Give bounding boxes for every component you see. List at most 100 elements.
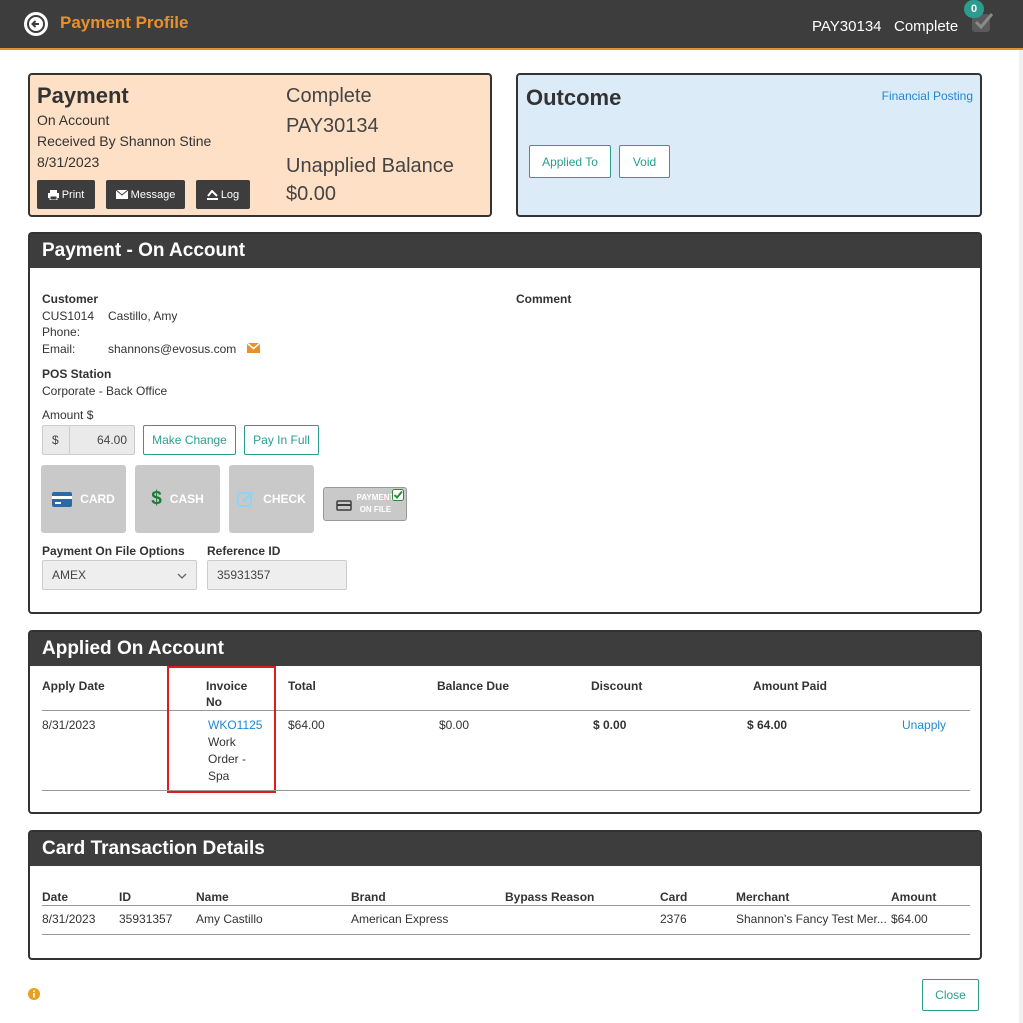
void-button[interactable]: Void: [619, 145, 670, 178]
reference-id-label: Reference ID: [207, 544, 281, 558]
invoice-highlight-box: [167, 666, 276, 793]
payment-heading: Payment: [37, 83, 129, 108]
info-icon[interactable]: [28, 988, 40, 1000]
amount-label: Amount $: [42, 408, 94, 422]
applied-panel-title: Applied On Account: [30, 632, 980, 666]
printer-icon: [47, 189, 59, 200]
card-panel-title: Card Transaction Details: [30, 832, 980, 866]
cash-method-tile[interactable]: $ CASH: [135, 465, 220, 533]
header-payment-id: PAY30134: [812, 18, 882, 35]
card-row-card: 2376: [660, 912, 687, 926]
outcome-heading: Outcome: [526, 85, 622, 110]
message-button[interactable]: Message: [106, 180, 185, 209]
card-row-amount: $64.00: [891, 912, 928, 926]
scrollbar[interactable]: [1019, 50, 1023, 1023]
card-row-brand: American Express: [351, 912, 449, 926]
col-brand: Brand: [351, 890, 386, 904]
amount-value: 64.00: [96, 433, 127, 447]
currency-symbol: $: [52, 433, 59, 447]
row-apply-date: 8/31/2023: [42, 718, 96, 732]
card-header-divider: [42, 905, 970, 906]
col-discount: Discount: [591, 679, 643, 693]
col-card: Card: [660, 890, 688, 904]
page-title: Payment Profile: [60, 13, 189, 32]
row-balance-due: $0.00: [439, 718, 470, 732]
payment-on-file-tile[interactable]: PAYMENT ON FILE: [323, 487, 407, 521]
payment-type: On Account: [37, 112, 110, 128]
print-label: Print: [61, 188, 85, 201]
card-transaction-panel: Card Transaction Details Date ID Name Br…: [28, 830, 982, 960]
card-row-id: 35931357: [119, 912, 173, 926]
reference-id-value: 35931357: [217, 568, 271, 582]
close-button[interactable]: Close: [922, 979, 979, 1011]
email-envelope-icon[interactable]: [247, 343, 260, 353]
credit-card-icon: [52, 491, 73, 507]
payment-status: Complete: [286, 85, 372, 107]
card-bottom-divider: [42, 934, 970, 935]
make-change-button[interactable]: Make Change: [143, 425, 236, 455]
reference-id-field[interactable]: 35931357: [207, 560, 347, 590]
card-method-tile[interactable]: CARD: [41, 465, 126, 533]
pof-selected-value: AMEX: [52, 568, 87, 582]
customer-name: Castillo, Amy: [108, 309, 178, 323]
check-method-tile[interactable]: CHECK: [229, 465, 314, 533]
col-bypass-reason: Bypass Reason: [505, 890, 595, 904]
outcome-card: Outcome Financial Posting Applied To Voi…: [516, 73, 982, 217]
pos-station-value: Corporate - Back Office: [42, 384, 168, 398]
customer-id: CUS1014: [42, 309, 95, 323]
table-bottom-divider: [42, 790, 970, 791]
applied-to-button[interactable]: Applied To: [529, 145, 611, 178]
col-name: Name: [196, 890, 229, 904]
customer-label: Customer: [42, 292, 99, 306]
back-button[interactable]: [24, 12, 48, 36]
phone-label: Phone:: [42, 325, 81, 339]
task-count-badge: 0: [964, 0, 984, 18]
message-label: Message: [130, 188, 176, 201]
pay-in-full-button[interactable]: Pay In Full: [244, 425, 319, 455]
check-method-label: CHECK: [263, 492, 306, 506]
card-on-file-icon: [335, 499, 352, 511]
col-total: Total: [288, 679, 316, 693]
log-button[interactable]: Log: [196, 180, 250, 209]
top-bar: Payment Profile PAY30134 Complete 0: [0, 0, 1023, 50]
col-merchant: Merchant: [736, 890, 790, 904]
payment-id: PAY30134: [286, 115, 379, 137]
envelope-icon: [115, 190, 128, 199]
card-row-name: Amy Castillo: [196, 912, 263, 926]
pof-options-label: Payment On File Options: [42, 544, 185, 558]
payment-date: 8/31/2023: [37, 154, 100, 170]
col-amount: Amount: [891, 890, 937, 904]
header-status: Complete: [894, 18, 959, 35]
comment-label: Comment: [516, 292, 572, 306]
applied-on-account-panel: Applied On Account Apply Date Invoice No…: [28, 630, 982, 814]
pos-station-label: POS Station: [42, 367, 112, 381]
card-row-date: 8/31/2023: [42, 912, 96, 926]
email-label: Email:: [42, 342, 76, 356]
print-button[interactable]: Print: [37, 180, 95, 209]
unapply-link[interactable]: Unapply: [902, 718, 946, 732]
col-date: Date: [42, 890, 69, 904]
customer-email: shannons@evosus.com: [108, 342, 237, 356]
col-balance-due: Balance Due: [437, 679, 510, 693]
arrow-left-icon: [27, 15, 45, 33]
col-apply-date: Apply Date: [42, 679, 105, 693]
col-amount-paid: Amount Paid: [753, 679, 827, 693]
row-discount: $ 0.00: [593, 718, 627, 732]
payment-on-account-panel: Payment - On Account Customer CUS1014 Ca…: [28, 232, 982, 614]
row-total: $64.00: [288, 718, 325, 732]
payment-panel-title: Payment - On Account: [30, 234, 980, 268]
log-label: Log: [220, 188, 240, 201]
payment-summary-card: Payment On Account Received By Shannon S…: [28, 73, 492, 217]
pof-options-select[interactable]: AMEX: [42, 560, 197, 590]
received-by: Received By Shannon Stine: [37, 133, 212, 149]
card-method-label: CARD: [80, 492, 115, 506]
unapplied-value: $0.00: [286, 183, 337, 205]
cash-method-label: CASH: [169, 492, 204, 506]
check-edit-icon: [237, 491, 254, 507]
amount-input[interactable]: $ 64.00: [42, 425, 135, 455]
financial-posting-link[interactable]: Financial Posting: [882, 89, 973, 103]
row-amount-paid: $ 64.00: [747, 718, 788, 732]
unapplied-label: Unapplied Balance: [286, 155, 454, 177]
card-row-merchant: Shannon's Fancy Test Mer...: [736, 912, 887, 926]
pof-label-line1: PAYMENT: [356, 493, 395, 502]
